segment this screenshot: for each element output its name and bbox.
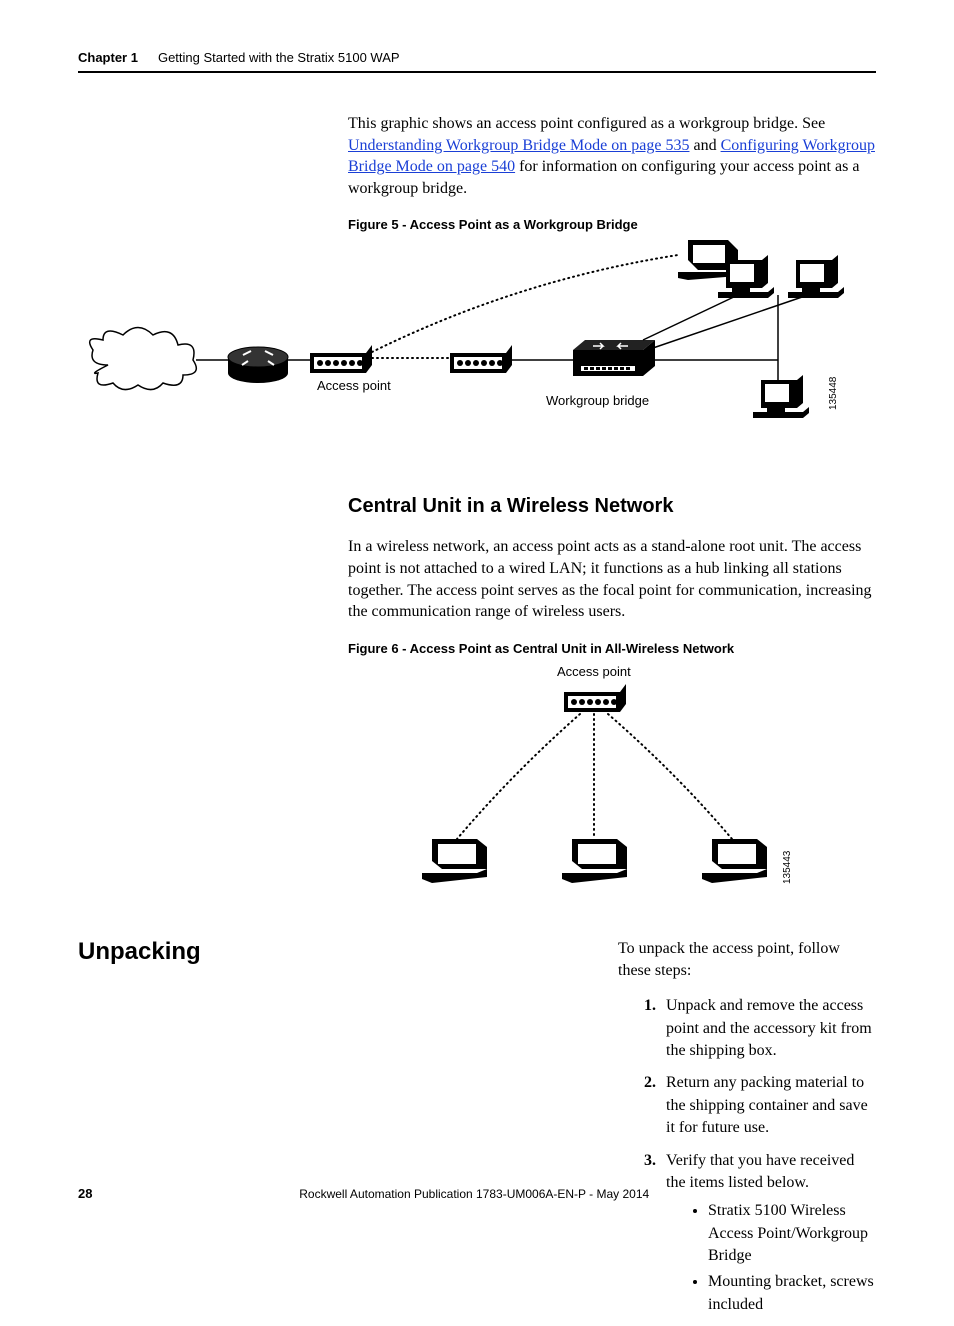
- unpacking-steps: Unpack and remove the access point and t…: [618, 995, 876, 1316]
- step-2: Return any packing material to the shipp…: [660, 1072, 876, 1139]
- chapter-label: Chapter 1: [78, 50, 138, 65]
- laptop-icon: [702, 839, 767, 883]
- figure5-ap-label: Access point: [317, 378, 391, 393]
- step-1: Unpack and remove the access point and t…: [660, 995, 876, 1062]
- hub-icon: [573, 340, 655, 376]
- figure5-wgb-label: Workgroup bridge: [546, 393, 649, 408]
- figure5-caption: Figure 5 - Access Point as a Workgroup B…: [348, 217, 876, 232]
- intro-text-a: This graphic shows an access point confi…: [348, 115, 825, 132]
- wireless-links: [457, 714, 732, 839]
- items-list: Stratix 5100 Wireless Access Point/Workg…: [666, 1200, 876, 1316]
- bullet-2: Mounting bracket, screws included: [708, 1271, 876, 1316]
- desktop-icon: [788, 255, 844, 298]
- link-line: [653, 295, 808, 348]
- intro-text-b: and: [689, 137, 720, 154]
- header-title: Getting Started with the Stratix 5100 WA…: [158, 50, 400, 65]
- intro-paragraph: This graphic shows an access point confi…: [348, 113, 876, 199]
- link-line: [643, 295, 738, 340]
- section2-paragraph: In a wireless network, an access point a…: [348, 536, 876, 622]
- cloud-icon: [90, 328, 197, 390]
- figure6-ap-label: Access point: [557, 664, 631, 679]
- step-3-text: Verify that you have received the items …: [666, 1152, 854, 1191]
- figure6: Access point: [348, 664, 876, 894]
- laptop-icon: [562, 839, 627, 883]
- access-point-icon: [564, 684, 626, 712]
- section2-heading: Central Unit in a Wireless Network: [348, 495, 876, 518]
- bullet-1: Stratix 5100 Wireless Access Point/Workg…: [708, 1200, 876, 1267]
- laptop-icon: [422, 839, 487, 883]
- router-icon: [228, 347, 288, 383]
- desktop-icon: [753, 375, 809, 418]
- unpacking-heading: Unpacking: [78, 938, 201, 966]
- page-number: 28: [78, 1186, 92, 1201]
- desktop-icon: [718, 255, 774, 298]
- access-point-icon: [310, 345, 372, 373]
- unpacking-intro: To unpack the access point, follow these…: [618, 938, 876, 981]
- publication-id: Rockwell Automation Publication 1783-UM0…: [92, 1187, 856, 1201]
- figure5-code: 135448: [828, 377, 839, 411]
- figure5: Access point: [78, 240, 876, 445]
- page-header: Chapter 1 Getting Started with the Strat…: [78, 50, 876, 73]
- page-footer: 28 Rockwell Automation Publication 1783-…: [78, 1186, 876, 1201]
- step-3: Verify that you have received the items …: [660, 1150, 876, 1317]
- xref-link-understanding[interactable]: Understanding Workgroup Bridge Mode on p…: [348, 137, 689, 154]
- figure6-code: 135443: [782, 850, 793, 884]
- workgroup-bridge-icon: [450, 345, 512, 373]
- figure6-caption: Figure 6 - Access Point as Central Unit …: [348, 641, 876, 656]
